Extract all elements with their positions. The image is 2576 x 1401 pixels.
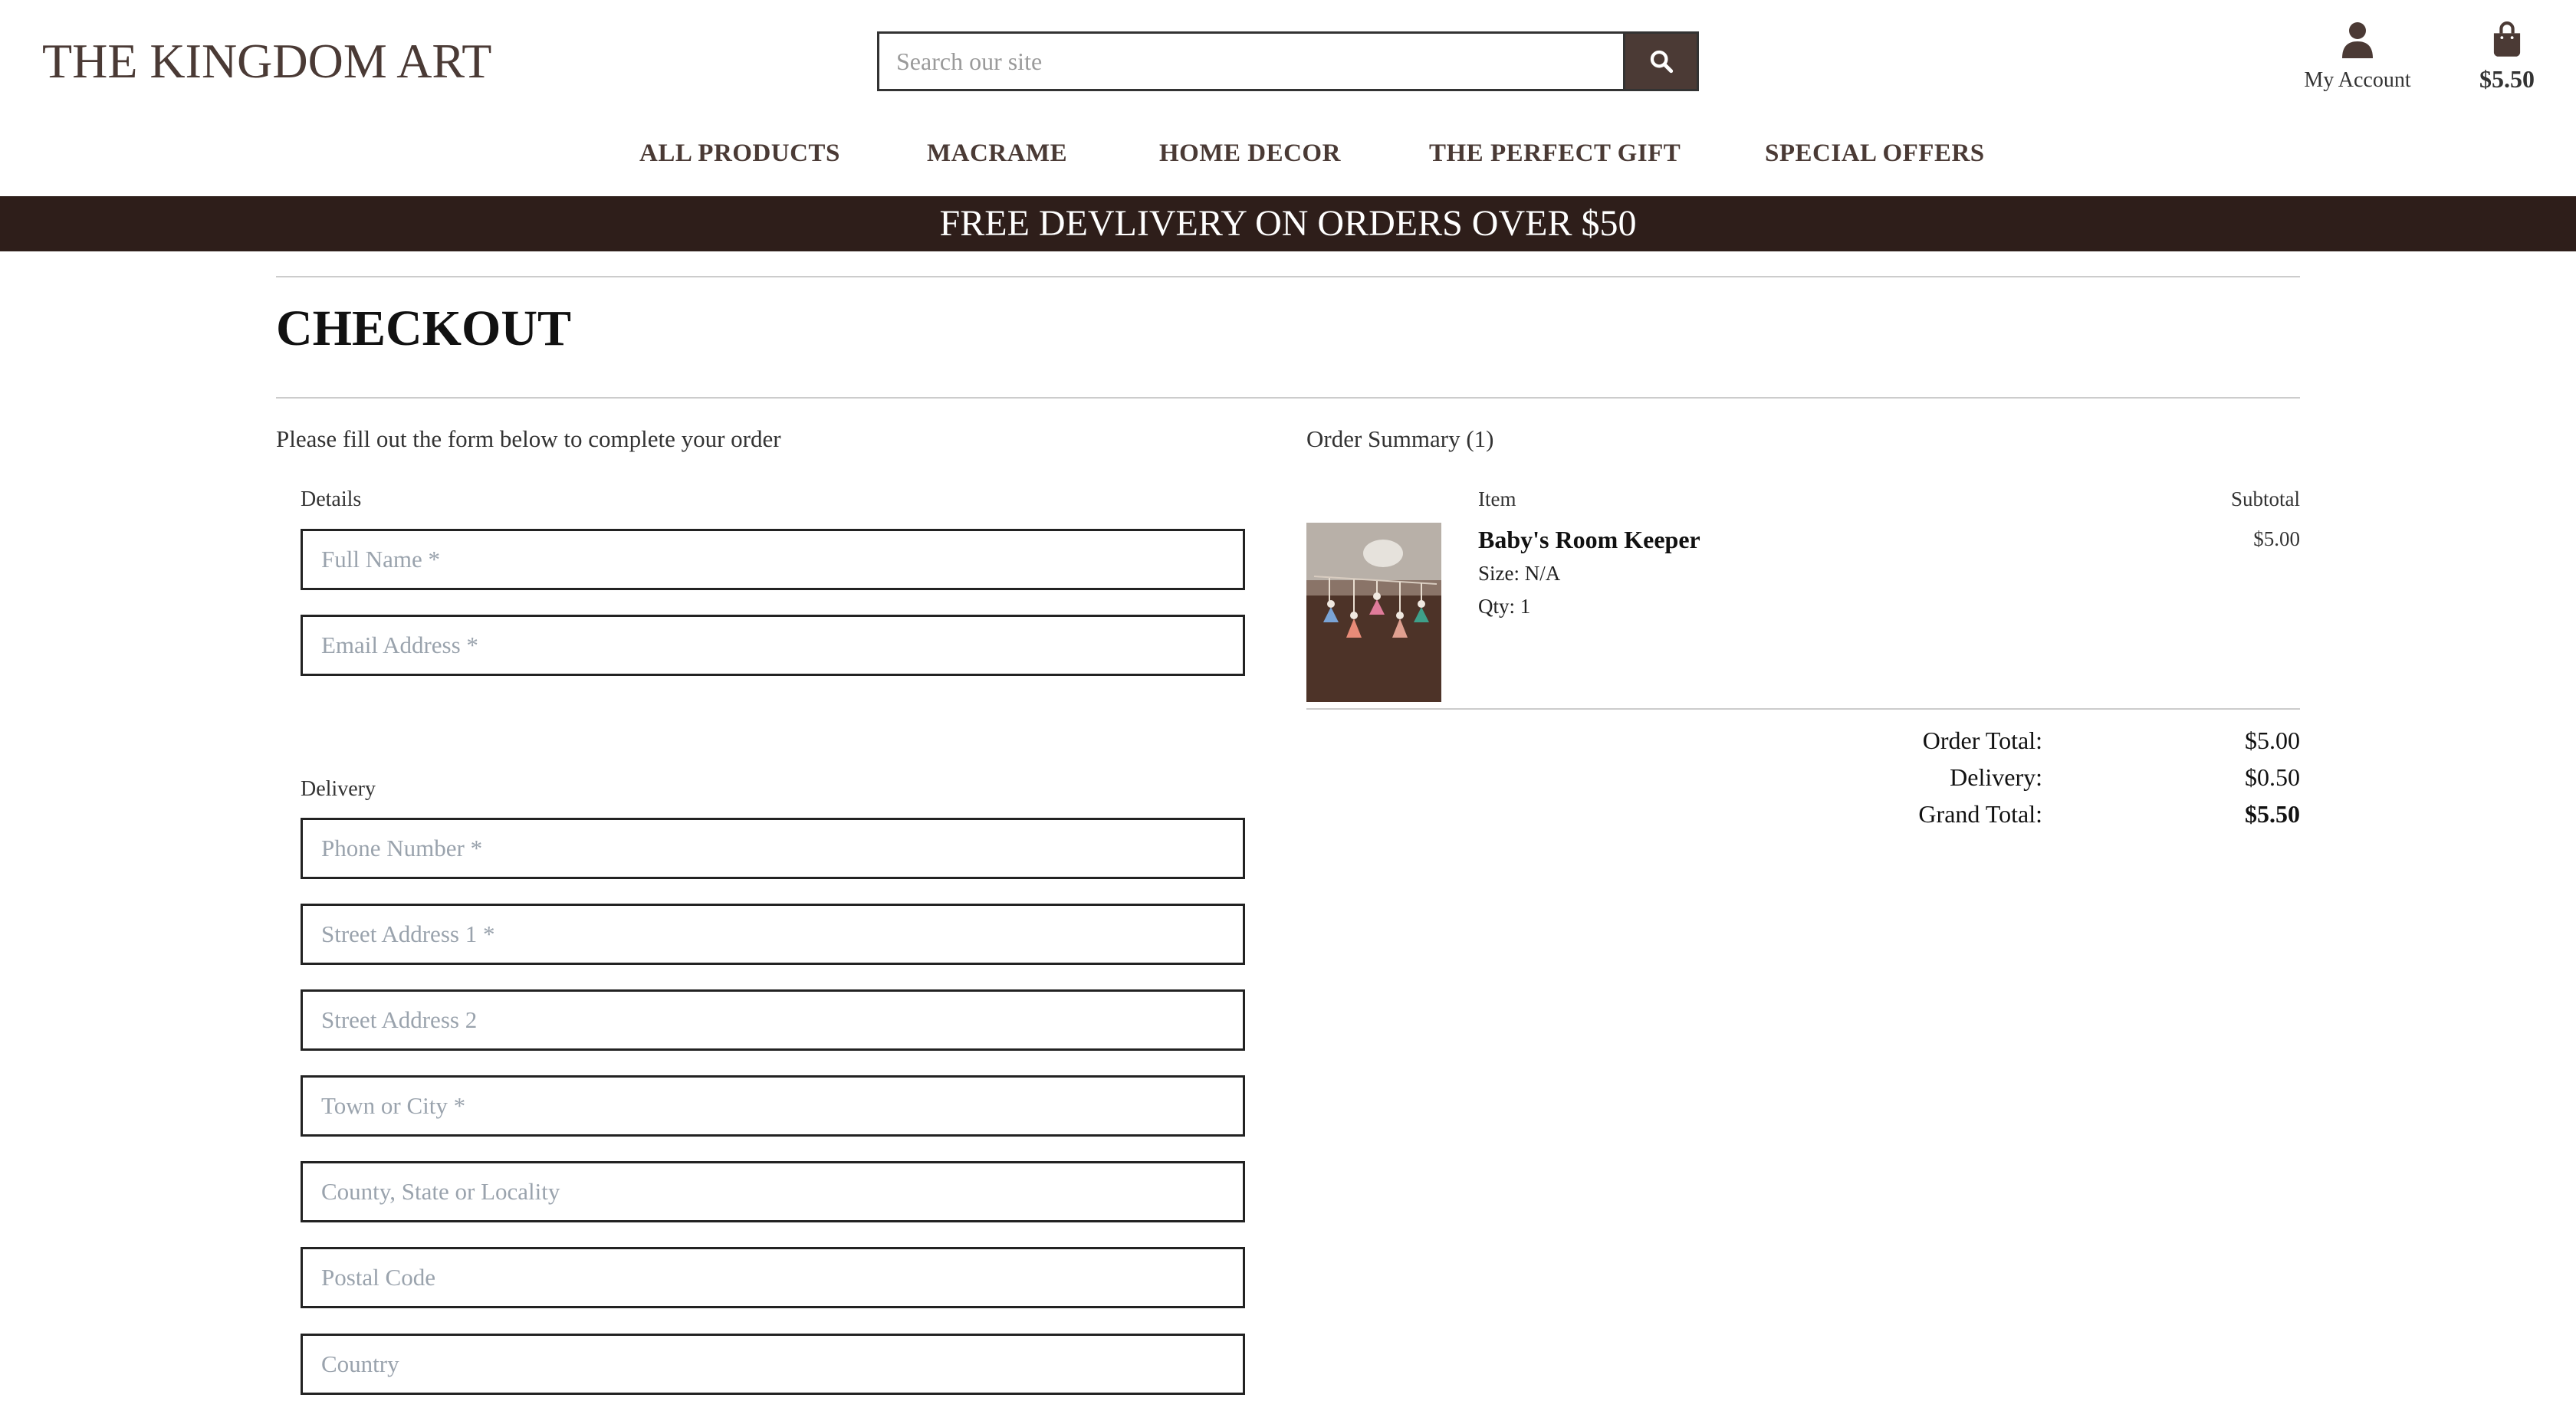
postal-code-field[interactable] <box>301 1247 1245 1308</box>
shopping-bag-icon <box>2493 21 2521 57</box>
nav-special-offers[interactable]: SPECIAL OFFERS <box>1765 132 1985 175</box>
grand-total-label: Grand Total: <box>1918 800 2042 828</box>
order-total-value: $5.00 <box>2245 727 2300 754</box>
order-summary-title: Order Summary (1) <box>1306 425 1494 452</box>
nav-the-perfect-gift[interactable]: THE PERFECT GIFT <box>1429 132 1681 175</box>
page-title: CHECKOUT <box>276 300 572 356</box>
delivery-label: Delivery <box>301 777 376 801</box>
divider <box>276 276 2300 277</box>
full-name-field[interactable] <box>301 529 1245 590</box>
country-field[interactable] <box>301 1334 1245 1395</box>
product-subtotal: $5.00 <box>2253 527 2300 550</box>
site-logo[interactable]: THE KINGDOM ART <box>42 31 491 92</box>
delivery-label-total: Delivery: <box>1950 763 2042 791</box>
product-thumbnail <box>1306 523 1441 702</box>
subtotal-column-header: Subtotal <box>2230 487 2300 510</box>
nav-macrame[interactable]: MACRAME <box>927 132 1067 175</box>
town-city-field[interactable] <box>301 1075 1245 1137</box>
street-address-2-field[interactable] <box>301 989 1245 1051</box>
divider <box>276 397 2300 399</box>
street-address-1-field[interactable] <box>301 904 1245 965</box>
details-label: Details <box>301 487 362 511</box>
bag-total: $5.50 <box>2479 65 2535 93</box>
delivery-value: $0.50 <box>2245 763 2300 791</box>
item-column-header: Item <box>1478 487 1516 510</box>
nav-all-products[interactable]: ALL PRODUCTS <box>639 132 840 175</box>
product-qty: Qty: 1 <box>1478 595 1531 618</box>
phone-field[interactable] <box>301 818 1245 879</box>
form-intro: Please fill out the form below to comple… <box>276 425 781 452</box>
product-name: Baby's Room Keeper <box>1478 526 1700 553</box>
search-button[interactable] <box>1623 34 1697 89</box>
my-account-link[interactable]: My Account <box>2292 21 2423 93</box>
order-total-label: Order Total: <box>1922 727 2042 754</box>
search-input[interactable] <box>879 34 1623 89</box>
shopping-bag-link[interactable]: $5.50 <box>2469 21 2545 94</box>
nav-home-decor[interactable]: HOME DECOR <box>1159 132 1341 175</box>
product-size: Size: N/A <box>1478 562 1561 585</box>
email-field[interactable] <box>301 615 1245 676</box>
county-field[interactable] <box>301 1161 1245 1222</box>
my-account-label: My Account <box>2304 68 2411 92</box>
grand-total-value: $5.50 <box>2245 800 2300 828</box>
summary-divider <box>1306 708 2300 710</box>
promo-banner: FREE DEVLIVERY ON ORDERS OVER $50 <box>0 196 2576 251</box>
search-icon <box>1650 50 1673 74</box>
search-bar <box>877 31 1699 91</box>
user-icon <box>2342 22 2373 58</box>
main-nav: ALL PRODUCTS MACRAME HOME DECOR THE PERF… <box>0 132 2576 175</box>
